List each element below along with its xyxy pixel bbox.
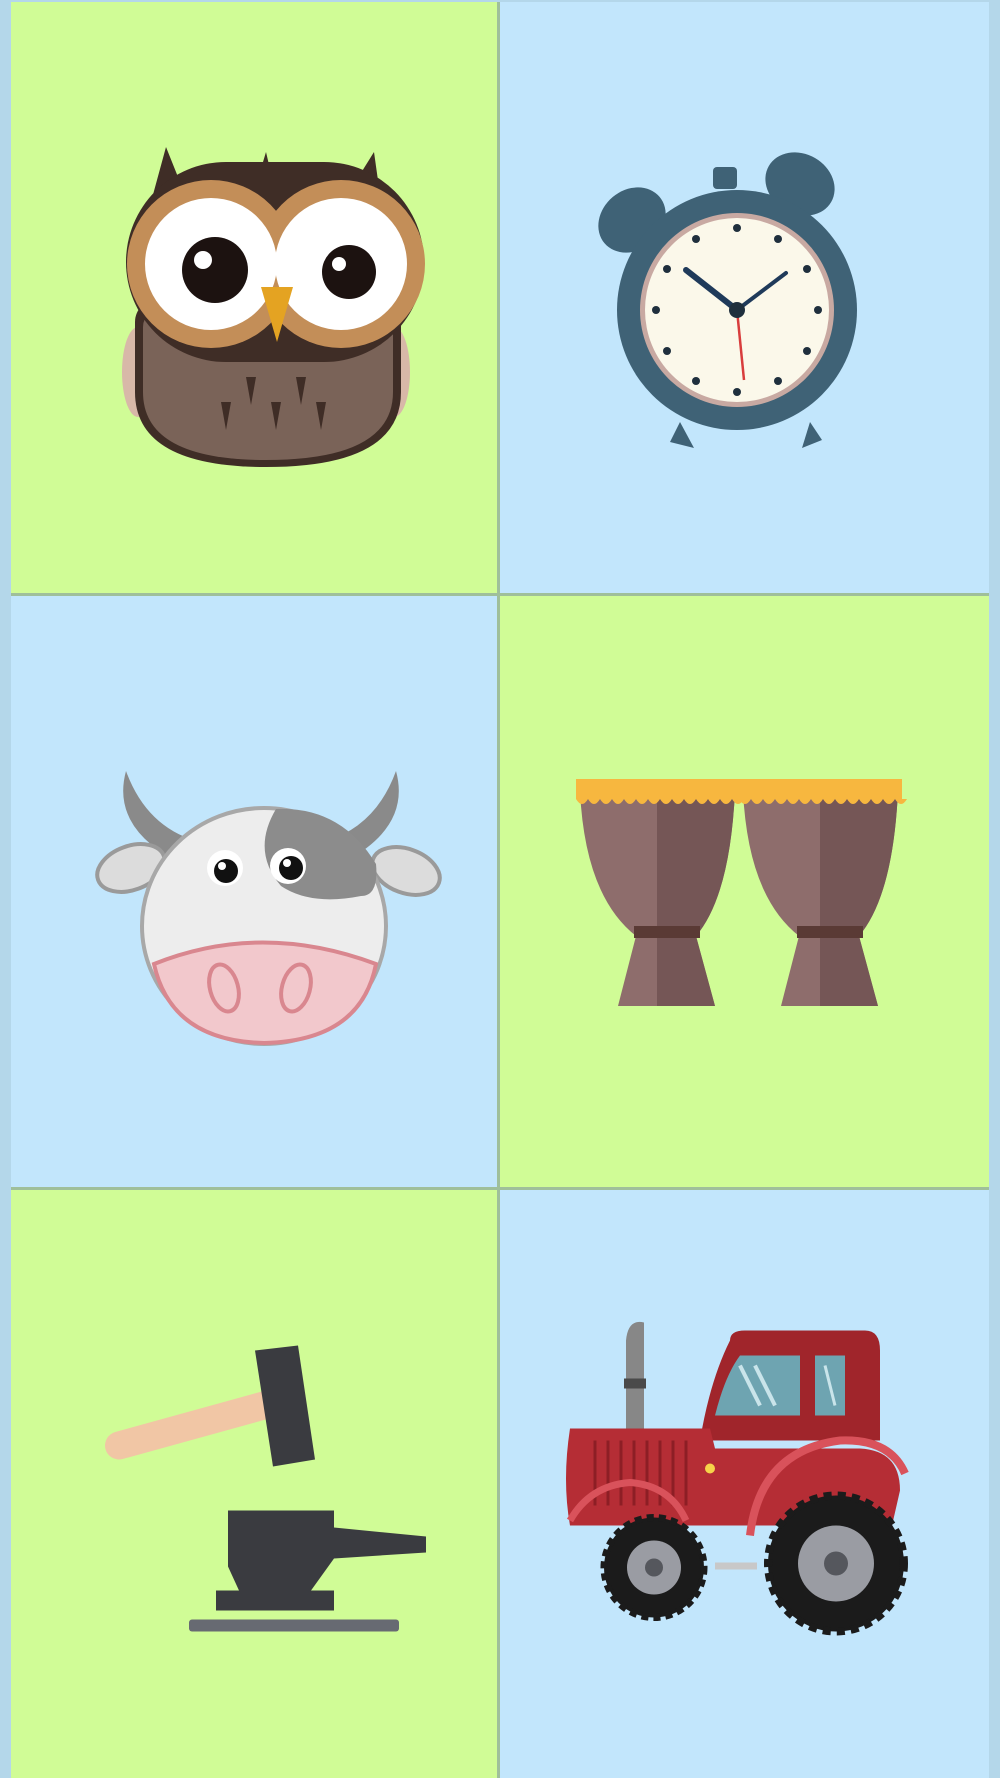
sound-tile-grid: owl alarm clock — [11, 2, 989, 1778]
alarm-clock-icon — [598, 152, 857, 448]
bongo-drums-icon — [576, 779, 907, 1006]
tile-cow[interactable]: cow — [11, 596, 497, 1187]
tractor-icon — [566, 1321, 909, 1636]
tractor-front-wheel — [600, 1514, 708, 1621]
owl-icon — [122, 147, 425, 467]
tractor-rear-wheel — [764, 1491, 908, 1636]
tile-owl[interactable]: owl — [11, 2, 497, 593]
cow-icon — [95, 771, 442, 1046]
tile-hammer-anvil[interactable]: hammer and anvil — [11, 1190, 497, 1778]
tile-drums[interactable]: drums — [500, 596, 989, 1187]
hammer-anvil-icon — [105, 1345, 426, 1632]
tile-tractor[interactable]: tractor — [500, 1190, 989, 1778]
tile-alarm-clock[interactable]: alarm clock — [500, 2, 989, 593]
